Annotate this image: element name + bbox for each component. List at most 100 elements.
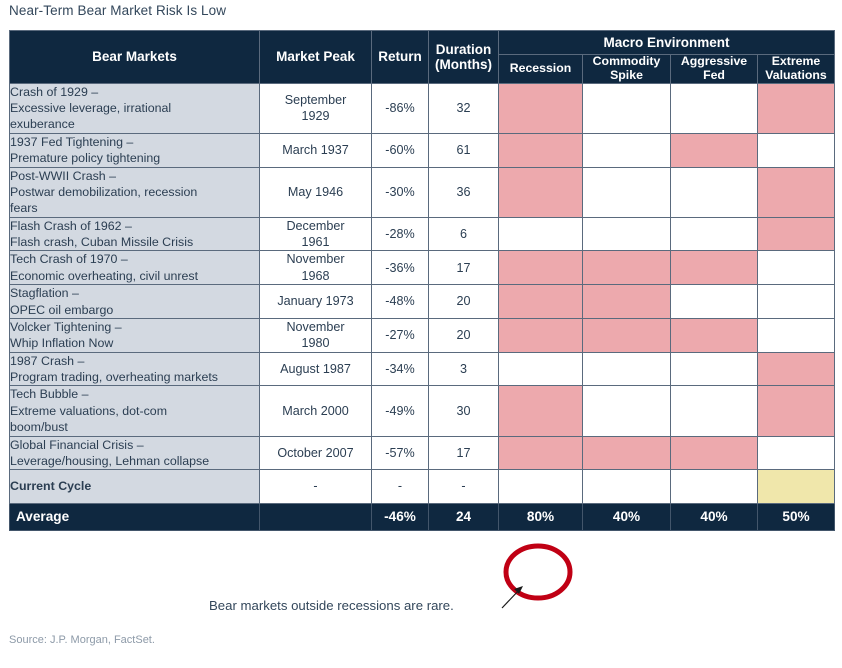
cell-macro-recession [498,132,583,168]
cell-macro-extreme-valuations [756,317,836,353]
bear-market-name-line2: Postwar demobilization, recession [10,184,198,199]
market-peak-line1: November [286,319,345,334]
market-peak-line1: March 2000 [282,403,349,418]
cell-average-market-peak [259,502,372,531]
cell-market-peak: September 1929 [259,82,372,134]
annotation-caption: Bear markets outside recessions are rare… [209,598,454,613]
cell-average-recession: 80% [498,502,583,531]
cell-average-extreme-valuations: 50% [756,502,836,531]
bear-market-name-line1: Post-WWII Crash – [10,168,117,183]
cell-macro-commodity-spike [582,469,671,504]
cell-average-aggressive-fed: 40% [670,502,758,531]
col-header-extreme-valuations: Extreme Valuations [756,54,836,84]
bear-market-name-line1: Flash Crash of 1962 – [10,218,132,233]
market-peak-line1: December [286,218,345,233]
cell-macro-aggressive-fed [670,166,758,218]
col-header-duration-line2: (Months) [435,56,492,72]
cell-macro-aggressive-fed [670,469,758,504]
cell-macro-extreme-valuations [756,250,836,286]
annotation-arrow-line [501,587,522,609]
cell-macro-recession [498,385,583,437]
cell-market-peak: March 1937 [259,132,372,168]
bear-market-table-container: Bear Markets Market Peak Return Duration… [9,29,836,531]
cell-market-peak: - [259,469,372,504]
bear-market-name-line1: 1987 Crash – [10,353,85,368]
cell-return: -30% [371,166,429,218]
cell-macro-aggressive-fed [670,82,758,134]
cell-macro-recession [498,82,583,134]
market-peak-line1: October 2007 [277,445,354,460]
bear-market-table: Bear Markets Market Peak Return Duration… [9,29,836,531]
cell-macro-recession [498,250,583,286]
cell-macro-aggressive-fed [670,317,758,353]
cell-average-commodity-spike: 40% [582,502,671,531]
table-row-average: Average -46% 24 80% 40% 40% 50% [9,502,836,531]
table-row: 1937 Fed Tightening – Premature policy ti… [9,132,836,168]
table-row: Stagflation – OPEC oil embargo January 197… [9,284,836,319]
cell-macro-commodity-spike [582,250,671,286]
col-header-bear-markets: Bear Markets [9,30,260,84]
cell-macro-extreme-valuations [756,469,836,504]
col-header-extreme-valuations-line2: Valuations [765,67,827,82]
market-peak-line2: 1980 [301,336,330,351]
cell-duration: 20 [428,284,499,319]
col-header-commodity-spike: Commodity Spike [582,54,671,84]
cell-macro-commodity-spike [582,216,671,252]
table-row: Volcker Tightening – Whip Inflation Now No… [9,317,836,353]
col-header-commodity-spike-line2: Spike [610,67,643,82]
market-peak-line1: - [313,479,318,494]
cell-macro-aggressive-fed [670,435,758,471]
bear-market-name-line2: Flash crash, Cuban Missile Crisis [10,235,194,250]
cell-bear-market-name: Crash of 1929 – Excessive leverage, irrat… [9,82,260,134]
cell-market-peak: December 1961 [259,216,372,252]
cell-macro-extreme-valuations [756,385,836,437]
cell-macro-extreme-valuations [756,166,836,218]
cell-macro-commodity-spike [582,132,671,168]
bear-market-name-line1: Tech Crash of 1970 – [10,252,128,267]
market-peak-line2: 1929 [301,109,330,124]
market-peak-line2: 1961 [301,235,330,250]
table-header: Bear Markets Market Peak Return Duration… [9,29,836,84]
cell-macro-commodity-spike [582,317,671,353]
bear-market-name-line3: boom/bust [10,420,68,435]
table-row: Current Cycle - - - [9,469,836,504]
cell-bear-market-name: Tech Crash of 1970 – Economic overheating… [9,250,260,286]
table-row: Tech Crash of 1970 – Economic overheating… [9,250,836,286]
col-header-macro-environment: Macro Environment [497,29,836,56]
bear-market-name-line2: Economic overheating, civil unrest [10,268,199,283]
bear-market-name-line2: Leverage/housing, Lehman collapse [10,453,210,468]
cell-bear-market-name: Current Cycle [9,469,260,504]
col-header-recession: Recession [498,54,583,84]
cell-macro-recession [498,351,583,387]
bear-market-name-line1: Current Cycle [10,479,92,494]
cell-macro-commodity-spike [582,385,671,437]
cell-macro-recession [498,317,583,353]
col-header-return: Return [371,30,429,84]
cell-return: -34% [371,351,429,387]
market-peak-line1: May 1946 [287,184,344,199]
bear-market-name-line1: Volcker Tightening – [10,319,122,334]
cell-bear-market-name: Stagflation – OPEC oil embargo [9,284,260,319]
col-header-commodity-spike-line1: Commodity [592,54,661,69]
cell-duration: 3 [428,351,499,387]
bear-market-name-line1: Global Financial Crisis – [10,437,144,452]
cell-market-peak: March 2000 [259,385,372,437]
cell-duration: 17 [428,250,499,286]
table-row: Global Financial Crisis – Leverage/housin… [9,435,836,471]
cell-average-label: Average [9,502,260,531]
cell-return: -60% [371,132,429,168]
cell-duration: 17 [428,435,499,471]
bear-market-name-line3: fears [10,201,38,216]
cell-duration: 36 [428,166,499,218]
table-row: Post-WWII Crash – Postwar demobilization,… [9,166,836,218]
bear-market-name-line2: Premature policy tightening [10,151,161,166]
cell-bear-market-name: Tech Bubble – Extreme valuations, dot-com… [9,385,260,437]
table-row: Tech Bubble – Extreme valuations, dot-com… [9,385,836,437]
source-note: Source: J.P. Morgan, FactSet. [9,634,155,646]
page-title: Near-Term Bear Market Risk Is Low [9,3,227,18]
cell-macro-recession [498,435,583,471]
market-peak-line2: 1968 [301,268,330,283]
cell-return: -27% [371,317,429,353]
cell-duration: 6 [428,216,499,252]
bear-market-name-line2: Whip Inflation Now [10,336,114,351]
